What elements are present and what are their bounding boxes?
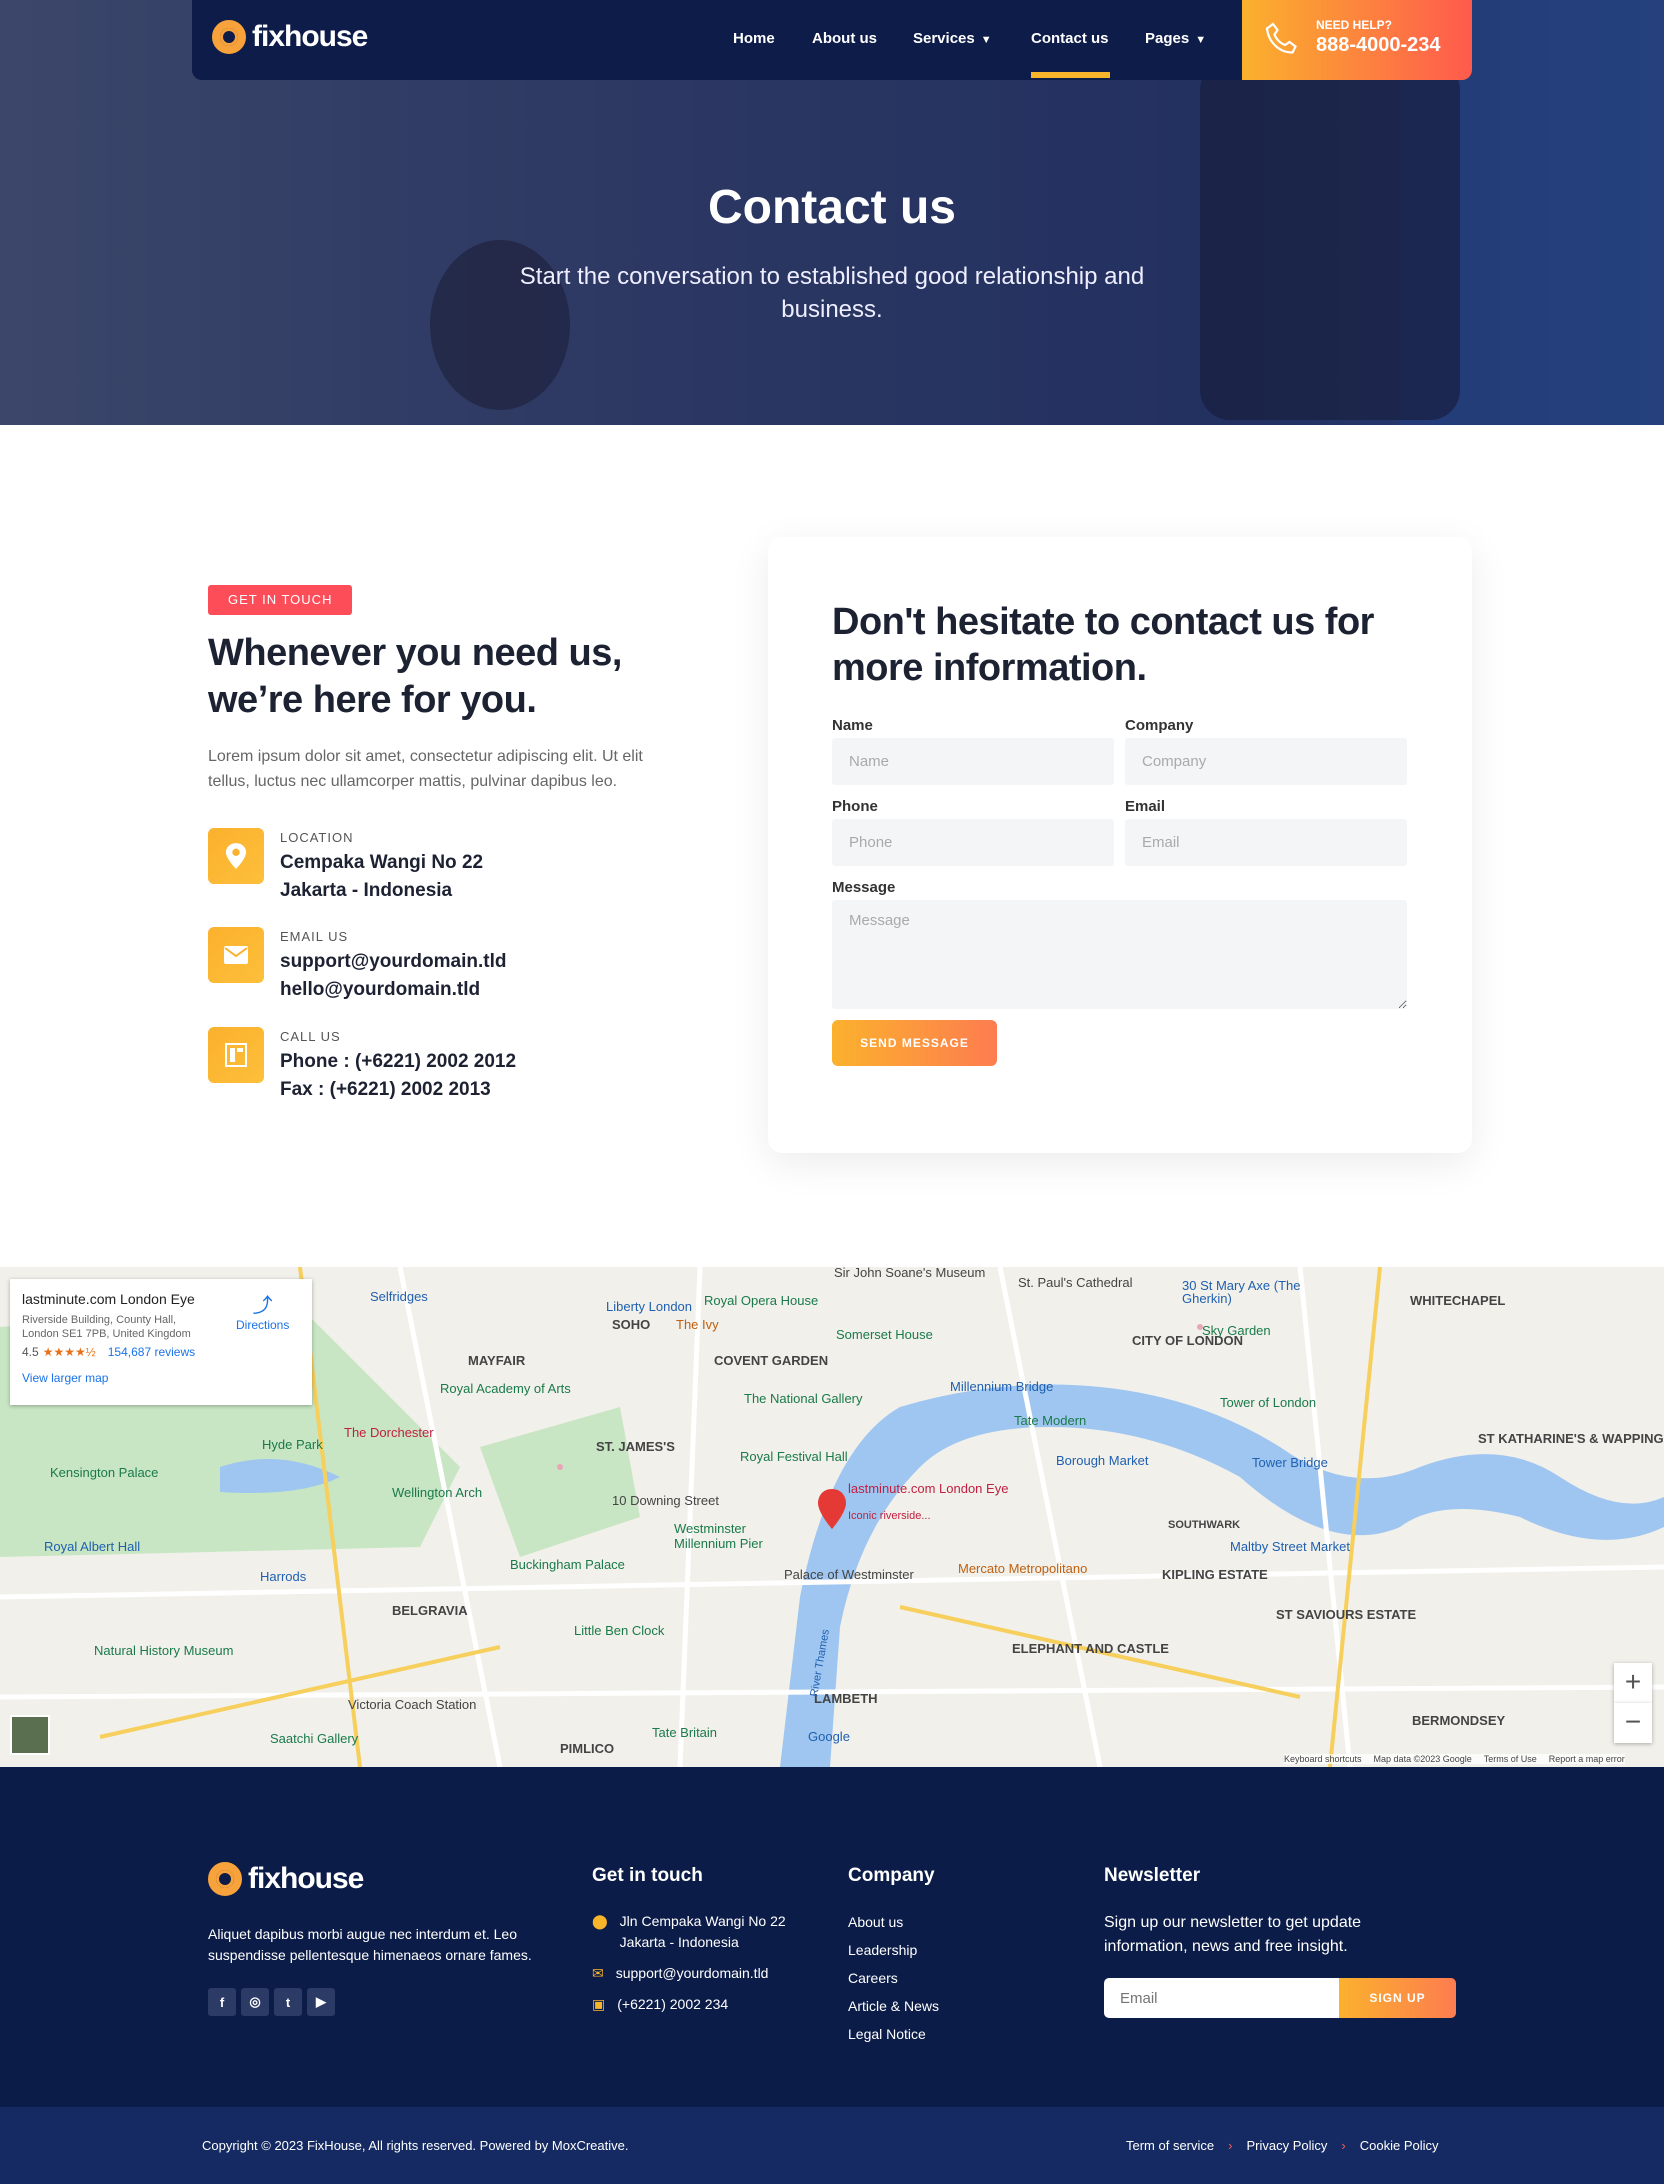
footer-link[interactable]: Legal Notice bbox=[848, 2024, 926, 2045]
google-map[interactable]: lastminute.com London Eye Iconic riversi… bbox=[0, 1267, 1664, 1767]
footer-link[interactable]: Careers bbox=[848, 1968, 898, 1989]
nav-pages[interactable]: Pages ▼ bbox=[1145, 30, 1206, 47]
star-rating-icon: ★★★★½ bbox=[42, 1345, 96, 1359]
active-indicator bbox=[1031, 72, 1110, 78]
twitter-icon[interactable]: t bbox=[274, 1988, 302, 2016]
google-logo: Google bbox=[808, 1729, 850, 1744]
chevron-down-icon: ▼ bbox=[980, 34, 992, 46]
copyright: Copyright © 2023 FixHouse, All rights re… bbox=[202, 2138, 629, 2153]
nav-home[interactable]: Home bbox=[733, 30, 775, 47]
hero-subtitle: Start the conversation to established go… bbox=[519, 263, 1145, 323]
get-in-touch-badge: GET IN TOUCH bbox=[208, 585, 353, 615]
email-link[interactable]: support@yourdomain.tld bbox=[280, 948, 506, 976]
view-larger-map-link[interactable]: View larger map bbox=[22, 1371, 300, 1385]
envelope-icon: ✉ bbox=[592, 1965, 604, 1981]
contact-form-card: Don't hesitate to contact us for more in… bbox=[768, 537, 1472, 1153]
need-help-cta[interactable]: NEED HELP? 888-4000-234 bbox=[1242, 0, 1472, 80]
location-pin-icon bbox=[208, 828, 264, 884]
name-input[interactable] bbox=[832, 738, 1114, 785]
chevron-down-icon: ▼ bbox=[1195, 34, 1207, 46]
phone-input[interactable] bbox=[832, 819, 1114, 866]
place-info-card: lastminute.com London Eye Riverside Buil… bbox=[10, 1279, 312, 1405]
nav-about[interactable]: About us bbox=[812, 30, 877, 47]
newsletter-email-input[interactable] bbox=[1104, 1978, 1344, 2018]
sign-up-button[interactable]: SIGN UP bbox=[1339, 1978, 1456, 2018]
info-location: LOCATION Cempaka Wangi No 22 Jakarta - Ind… bbox=[208, 828, 483, 905]
info-email: EMAIL US support@yourdomain.tld hello@your… bbox=[208, 927, 506, 1004]
map-attribution: Keyboard shortcuts Map data ©2023 Google T… bbox=[1284, 1754, 1625, 1764]
footer-link[interactable]: Article & News bbox=[848, 1996, 939, 2017]
zoom-in-button[interactable]: + bbox=[1614, 1663, 1652, 1703]
nav-contact[interactable]: Contact us bbox=[1031, 30, 1109, 47]
cookie-policy-link[interactable]: Cookie Policy bbox=[1360, 2138, 1439, 2153]
footer-logo[interactable]: fixhouse bbox=[208, 1862, 364, 1896]
chevron-right-icon: › bbox=[1341, 2138, 1346, 2153]
directions-icon: ⤴ bbox=[252, 1295, 273, 1317]
fax-icon bbox=[208, 1027, 264, 1083]
email-link[interactable]: hello@yourdomain.tld bbox=[280, 976, 506, 1004]
email-input[interactable] bbox=[1125, 819, 1407, 866]
phone-icon bbox=[1265, 22, 1297, 54]
reviews-link[interactable]: 154,687 reviews bbox=[108, 1345, 195, 1359]
zoom-out-button[interactable]: − bbox=[1614, 1703, 1652, 1743]
facebook-icon[interactable]: f bbox=[208, 1988, 236, 2016]
gear-icon bbox=[212, 20, 246, 54]
directions-button[interactable]: ⤴ Directions bbox=[236, 1289, 289, 1332]
location-pin-icon: ⬤ bbox=[592, 1913, 608, 1929]
cta-phone: 888-4000-234 bbox=[1316, 34, 1441, 56]
info-call: CALL US Phone : (+6221) 2002 2012 Fax : (+… bbox=[208, 1027, 516, 1104]
privacy-policy-link[interactable]: Privacy Policy bbox=[1246, 2138, 1327, 2153]
form-heading: Don't hesitate to contact us for more in… bbox=[832, 601, 1374, 689]
page-title: Contact us bbox=[707, 181, 956, 234]
nav-services[interactable]: Services ▼ bbox=[913, 30, 992, 47]
gear-icon bbox=[208, 1862, 242, 1896]
send-message-button[interactable]: SEND MESSAGE bbox=[832, 1020, 997, 1066]
satellite-toggle[interactable] bbox=[10, 1715, 50, 1755]
footer: fixhouse Aliquet dapibus morbi augue nec… bbox=[0, 1767, 1664, 2107]
chevron-right-icon: › bbox=[1228, 2138, 1233, 2153]
footer-link[interactable]: About us bbox=[848, 1912, 903, 1933]
term-of-service-link[interactable]: Term of service bbox=[1126, 2138, 1214, 2153]
youtube-icon[interactable]: ▶ bbox=[307, 1988, 335, 2016]
cta-label: NEED HELP? bbox=[1316, 18, 1393, 32]
footer-link[interactable]: Leadership bbox=[848, 1940, 917, 1961]
footer-about: Aliquet dapibus morbi augue nec interdum… bbox=[208, 1926, 532, 1963]
envelope-icon bbox=[208, 927, 264, 983]
section-paragraph: Lorem ipsum dolor sit amet, consectetur … bbox=[208, 748, 643, 790]
message-textarea[interactable] bbox=[832, 900, 1407, 1009]
logo[interactable]: fixhouse bbox=[212, 20, 368, 54]
footer-bottom-bar: Copyright © 2023 FixHouse, All rights re… bbox=[0, 2107, 1664, 2184]
fax-icon: ▣ bbox=[592, 1996, 606, 2012]
social-links: f ◎ t ▶ bbox=[208, 1988, 335, 2016]
instagram-icon[interactable]: ◎ bbox=[241, 1988, 269, 2016]
company-input[interactable] bbox=[1125, 738, 1407, 785]
section-heading: Whenever you need us, we’re here for you… bbox=[208, 632, 622, 721]
